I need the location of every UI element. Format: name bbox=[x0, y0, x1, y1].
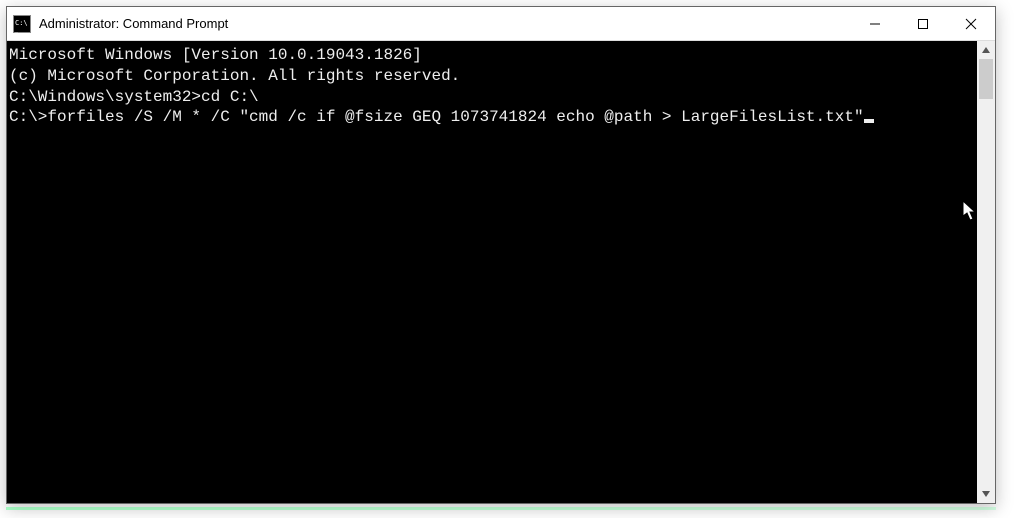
command-prompt-window: C:\ _ Administrator: Command Prompt Micr… bbox=[6, 6, 996, 504]
scroll-down-button[interactable] bbox=[977, 485, 995, 503]
vertical-scrollbar[interactable] bbox=[977, 41, 995, 503]
maximize-button[interactable] bbox=[899, 7, 947, 40]
titlebar[interactable]: C:\ _ Administrator: Command Prompt bbox=[7, 7, 995, 41]
cmd-1: cd C:\ bbox=[201, 88, 259, 106]
cmd-icon: C:\ _ bbox=[13, 15, 31, 33]
svg-text:C:\: C:\ bbox=[15, 19, 28, 27]
text-cursor bbox=[864, 119, 874, 123]
scroll-thumb[interactable] bbox=[979, 59, 993, 99]
prompt-2: C:\> bbox=[9, 108, 47, 126]
minimize-button[interactable] bbox=[851, 7, 899, 40]
banner-line-2: (c) Microsoft Corporation. All rights re… bbox=[9, 66, 975, 87]
command-line-2: C:\>forfiles /S /M * /C "cmd /c if @fsiz… bbox=[9, 107, 975, 128]
scroll-up-button[interactable] bbox=[977, 41, 995, 59]
decorative-strip bbox=[6, 507, 996, 510]
cmd-2: forfiles /S /M * /C "cmd /c if @fsize GE… bbox=[47, 108, 863, 126]
title-controls bbox=[851, 7, 995, 40]
terminal-output[interactable]: Microsoft Windows [Version 10.0.19043.18… bbox=[7, 41, 977, 503]
prompt-1: C:\Windows\system32> bbox=[9, 88, 201, 106]
scroll-track[interactable] bbox=[977, 59, 995, 485]
banner-line-1: Microsoft Windows [Version 10.0.19043.18… bbox=[9, 45, 975, 66]
close-button[interactable] bbox=[947, 7, 995, 40]
window-title: Administrator: Command Prompt bbox=[39, 16, 851, 31]
content-area: Microsoft Windows [Version 10.0.19043.18… bbox=[7, 41, 995, 503]
command-line-1: C:\Windows\system32>cd C:\ bbox=[9, 87, 975, 108]
